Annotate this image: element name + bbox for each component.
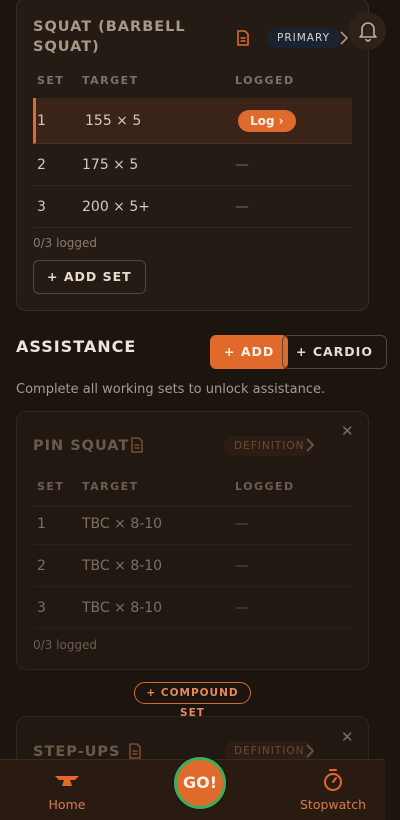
document-icon[interactable] (130, 437, 144, 453)
set-number: 3 (37, 600, 46, 616)
col-target: TARGET (82, 74, 139, 87)
go-button[interactable]: GO! (174, 757, 226, 809)
logged-count: 0/3 logged (33, 236, 98, 250)
assistance-exercise-card: PIN SQUAT DEFINITION ✕ SET TARGET LOGGED… (16, 411, 369, 670)
col-set: SET (37, 74, 65, 87)
set-target: 175 × 5 (82, 157, 139, 173)
primary-badge: PRIMARY (267, 28, 341, 48)
add-cardio-button[interactable]: + CARDIO (282, 335, 387, 369)
definition-badge: DEFINITION (224, 741, 315, 761)
assistance-hint: Complete all working sets to unlock assi… (16, 382, 326, 397)
set-logged: — (235, 157, 249, 173)
set-number: 1 (37, 516, 46, 532)
set-number: 3 (37, 199, 46, 215)
set-logged: — (235, 199, 249, 215)
set-target: TBC × 8-10 (82, 516, 163, 532)
document-icon[interactable] (128, 743, 142, 759)
nav-home[interactable]: Home (17, 760, 117, 820)
set-number: 2 (37, 157, 46, 173)
compound-set-button[interactable]: + COMPOUND SET (134, 682, 251, 719)
set-row: 2 TBC × 8-10 — (33, 545, 352, 587)
sets-table-header: SET TARGET LOGGED (33, 61, 352, 101)
bell-icon (359, 22, 377, 42)
set-row[interactable]: 3 200 × 5+ — (33, 186, 352, 228)
log-set-button[interactable]: Log › (238, 110, 296, 132)
stopwatch-icon (324, 769, 342, 791)
assistance-heading: ASSISTANCE (16, 337, 137, 356)
barbell-icon (55, 776, 79, 786)
sets-table-header: SET TARGET LOGGED (33, 467, 352, 507)
set-row-active[interactable]: 1 155 × 5 Log › (33, 98, 352, 144)
add-assistance-button[interactable]: + ADD (210, 335, 289, 369)
set-row[interactable]: 2 175 × 5 — (33, 144, 352, 186)
set-logged: — (235, 516, 249, 532)
set-logged: — (235, 600, 249, 616)
set-target: TBC × 8-10 (82, 600, 163, 616)
close-icon[interactable]: ✕ (341, 422, 354, 440)
exercise-title-line2: SQUAT) (33, 39, 100, 55)
set-logged: — (235, 558, 249, 574)
nav-stopwatch[interactable]: Stopwatch (283, 760, 383, 820)
exercise-title[interactable]: SQUAT (BARBELL SQUAT) (33, 17, 186, 57)
exercise-title-line1: SQUAT (BARBELL (33, 19, 186, 35)
exercise-title[interactable]: PIN SQUAT (33, 436, 129, 456)
col-logged: LOGGED (235, 74, 295, 87)
primary-exercise-card: SQUAT (BARBELL SQUAT) PRIMARY SET TARGET… (16, 0, 369, 311)
document-icon[interactable] (236, 30, 250, 46)
chevron-right-icon[interactable] (305, 744, 315, 758)
set-number: 2 (37, 558, 46, 574)
col-logged: LOGGED (235, 480, 295, 493)
chevron-right-icon[interactable] (305, 438, 315, 452)
logged-count: 0/3 logged (33, 638, 98, 652)
set-target: TBC × 8-10 (82, 558, 163, 574)
set-number: 1 (37, 113, 46, 129)
add-set-button[interactable]: + ADD SET (33, 260, 146, 294)
nav-home-label: Home (48, 797, 86, 812)
set-row: 1 TBC × 8-10 — (33, 503, 352, 545)
nav-stopwatch-label: Stopwatch (300, 797, 366, 812)
col-set: SET (37, 480, 65, 493)
set-target: 155 × 5 (85, 113, 142, 129)
definition-badge: DEFINITION (224, 436, 315, 456)
close-icon[interactable]: ✕ (341, 728, 354, 746)
col-target: TARGET (82, 480, 139, 493)
notifications-button[interactable] (348, 12, 386, 50)
set-target: 200 × 5+ (82, 199, 150, 215)
set-row: 3 TBC × 8-10 — (33, 587, 352, 629)
